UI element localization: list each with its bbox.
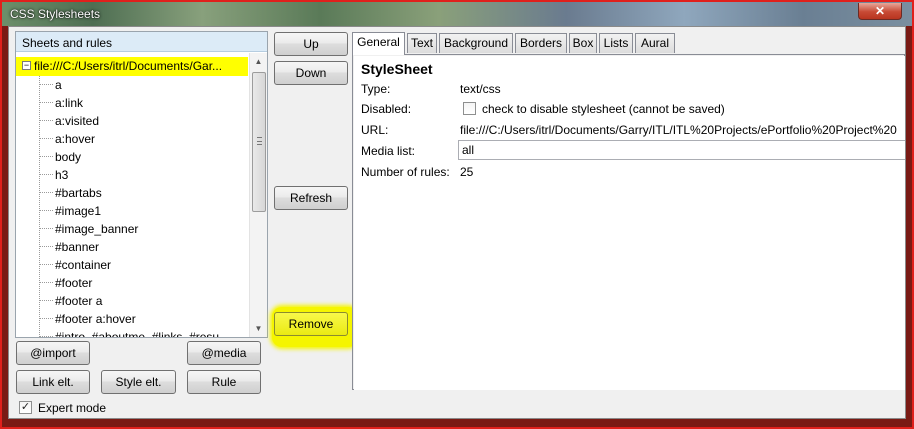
tab-borders[interactable]: Borders bbox=[515, 33, 567, 53]
url-label: URL: bbox=[361, 123, 389, 137]
grip-icon bbox=[257, 137, 262, 145]
tree-column-header[interactable]: Sheets and rules bbox=[16, 32, 267, 52]
rule-button[interactable]: Rule bbox=[187, 370, 261, 394]
tree-branch-line bbox=[39, 102, 53, 103]
tree-branch-line bbox=[39, 228, 53, 229]
tree-body: − file:///C:/Users/itrl/Documents/Gar...… bbox=[16, 53, 248, 337]
type-value: text/css bbox=[460, 82, 501, 96]
number-of-rules-value: 25 bbox=[460, 165, 474, 179]
up-button[interactable]: Up bbox=[274, 32, 348, 56]
tree-rule-item[interactable]: a bbox=[39, 76, 244, 94]
disable-stylesheet-checkbox[interactable] bbox=[463, 102, 476, 115]
tree-rule-item[interactable]: #banner bbox=[39, 238, 244, 256]
expert-mode-label: Expert mode bbox=[38, 401, 107, 415]
tree-branch-line bbox=[39, 300, 53, 301]
tree-rule-item[interactable]: a:hover bbox=[39, 130, 244, 148]
tree-branch-line bbox=[39, 264, 53, 265]
number-of-rules-label: Number of rules: bbox=[361, 165, 450, 179]
sheets-rules-tree: Sheets and rules − file:///C:/Users/itrl… bbox=[15, 31, 268, 338]
tree-rule-label: #image_banner bbox=[55, 222, 139, 236]
tree-rule-label: a:link bbox=[55, 96, 84, 110]
refresh-button[interactable]: Refresh bbox=[274, 186, 348, 210]
properties-title: StyleSheet bbox=[361, 61, 433, 77]
tree-branch-line bbox=[39, 336, 53, 337]
tree-rule-label: a bbox=[55, 78, 62, 92]
tree-rule-label: #banner bbox=[55, 240, 100, 254]
tab-text[interactable]: Text bbox=[407, 33, 437, 53]
tree-rule-label: a:visited bbox=[55, 114, 100, 128]
tree-rule-label: #bartabs bbox=[55, 186, 102, 200]
tree-branch-line bbox=[39, 84, 53, 85]
tree-rule-item[interactable]: #footer a:hover bbox=[39, 310, 244, 328]
tree-branch-line bbox=[39, 138, 53, 139]
url-value: file:///C:/Users/itrl/Documents/Garry/IT… bbox=[460, 123, 897, 137]
tree-rule-label: h3 bbox=[55, 168, 69, 182]
link-elt-button[interactable]: Link elt. bbox=[16, 370, 90, 394]
title-bar: CSS Stylesheets ✕ bbox=[2, 2, 912, 26]
tree-rule-item[interactable]: h3 bbox=[39, 166, 244, 184]
tree-rule-label: #intro, #aboutme, #links, #resu bbox=[55, 330, 220, 337]
tree-rule-item[interactable]: #intro, #aboutme, #links, #resu bbox=[39, 328, 244, 337]
tab-background[interactable]: Background bbox=[439, 33, 513, 53]
remove-button[interactable]: Remove bbox=[274, 312, 348, 336]
expert-mode-checkbox[interactable]: ✓ bbox=[19, 401, 32, 414]
tree-rule-item[interactable]: #bartabs bbox=[39, 184, 244, 202]
tree-branch-line bbox=[39, 282, 53, 283]
dialog-client-area: Sheets and rules − file:///C:/Users/itrl… bbox=[8, 26, 906, 419]
tree-rule-label: body bbox=[55, 150, 82, 164]
tree-branch-line bbox=[39, 246, 53, 247]
close-icon[interactable]: ✕ bbox=[858, 3, 902, 20]
general-tab-panel: StyleSheet Type: text/css Disabled: chec… bbox=[352, 54, 905, 390]
media-button[interactable]: @media bbox=[187, 341, 261, 365]
tree-rule-label: #container bbox=[55, 258, 112, 272]
tree-rule-item[interactable]: #image1 bbox=[39, 202, 244, 220]
tree-rule-item[interactable]: #image_banner bbox=[39, 220, 244, 238]
tree-branch-line bbox=[39, 210, 53, 211]
style-elt-button[interactable]: Style elt. bbox=[101, 370, 176, 394]
tree-rule-item[interactable]: #footer bbox=[39, 274, 244, 292]
tab-general[interactable]: General bbox=[352, 32, 405, 55]
tree-branch-line bbox=[39, 192, 53, 193]
tree-branch-line bbox=[39, 156, 53, 157]
stylesheet-properties: StyleSheet Type: text/css Disabled: chec… bbox=[354, 56, 905, 390]
tab-box[interactable]: Box bbox=[569, 33, 597, 53]
tree-rule-item[interactable]: a:link bbox=[39, 94, 244, 112]
tree-branch-line bbox=[39, 174, 53, 175]
tree-rule-item[interactable]: a:visited bbox=[39, 112, 244, 130]
tree-branch-line bbox=[39, 120, 53, 121]
tree-rule-label: #image1 bbox=[55, 204, 102, 218]
tree-rule-item[interactable]: body bbox=[39, 148, 244, 166]
media-list-label: Media list: bbox=[361, 144, 416, 158]
tree-branch-line bbox=[39, 318, 53, 319]
type-label: Type: bbox=[361, 82, 391, 96]
tree-root-label: file:///C:/Users/itrl/Documents/Gar... bbox=[34, 59, 223, 73]
scroll-down-icon[interactable]: ▼ bbox=[250, 320, 267, 337]
tab-lists[interactable]: Lists bbox=[599, 33, 633, 53]
tree-rule-label: a:hover bbox=[55, 132, 96, 146]
scrollbar-thumb[interactable] bbox=[252, 72, 266, 212]
tab-aural[interactable]: Aural bbox=[635, 33, 675, 53]
window-title: CSS Stylesheets bbox=[10, 7, 101, 21]
tree-rule-item[interactable]: #container bbox=[39, 256, 244, 274]
media-list-input[interactable]: all bbox=[458, 140, 905, 160]
disable-stylesheet-text: check to disable stylesheet (cannot be s… bbox=[482, 102, 725, 116]
tree-root-stylesheet[interactable]: − file:///C:/Users/itrl/Documents/Gar... bbox=[16, 57, 248, 76]
scroll-up-icon[interactable]: ▲ bbox=[250, 53, 267, 70]
tree-vertical-scrollbar[interactable]: ▲ ▼ bbox=[249, 53, 267, 337]
import-button[interactable]: @import bbox=[16, 341, 90, 365]
down-button[interactable]: Down bbox=[274, 61, 348, 85]
tree-rule-item[interactable]: #footer a bbox=[39, 292, 244, 310]
tree-rule-label: #footer a:hover bbox=[55, 312, 136, 326]
tree-rule-label: #footer bbox=[55, 276, 93, 290]
disabled-label: Disabled: bbox=[361, 102, 412, 116]
collapse-icon[interactable]: − bbox=[22, 61, 31, 70]
tree-rule-label: #footer a bbox=[55, 294, 103, 308]
